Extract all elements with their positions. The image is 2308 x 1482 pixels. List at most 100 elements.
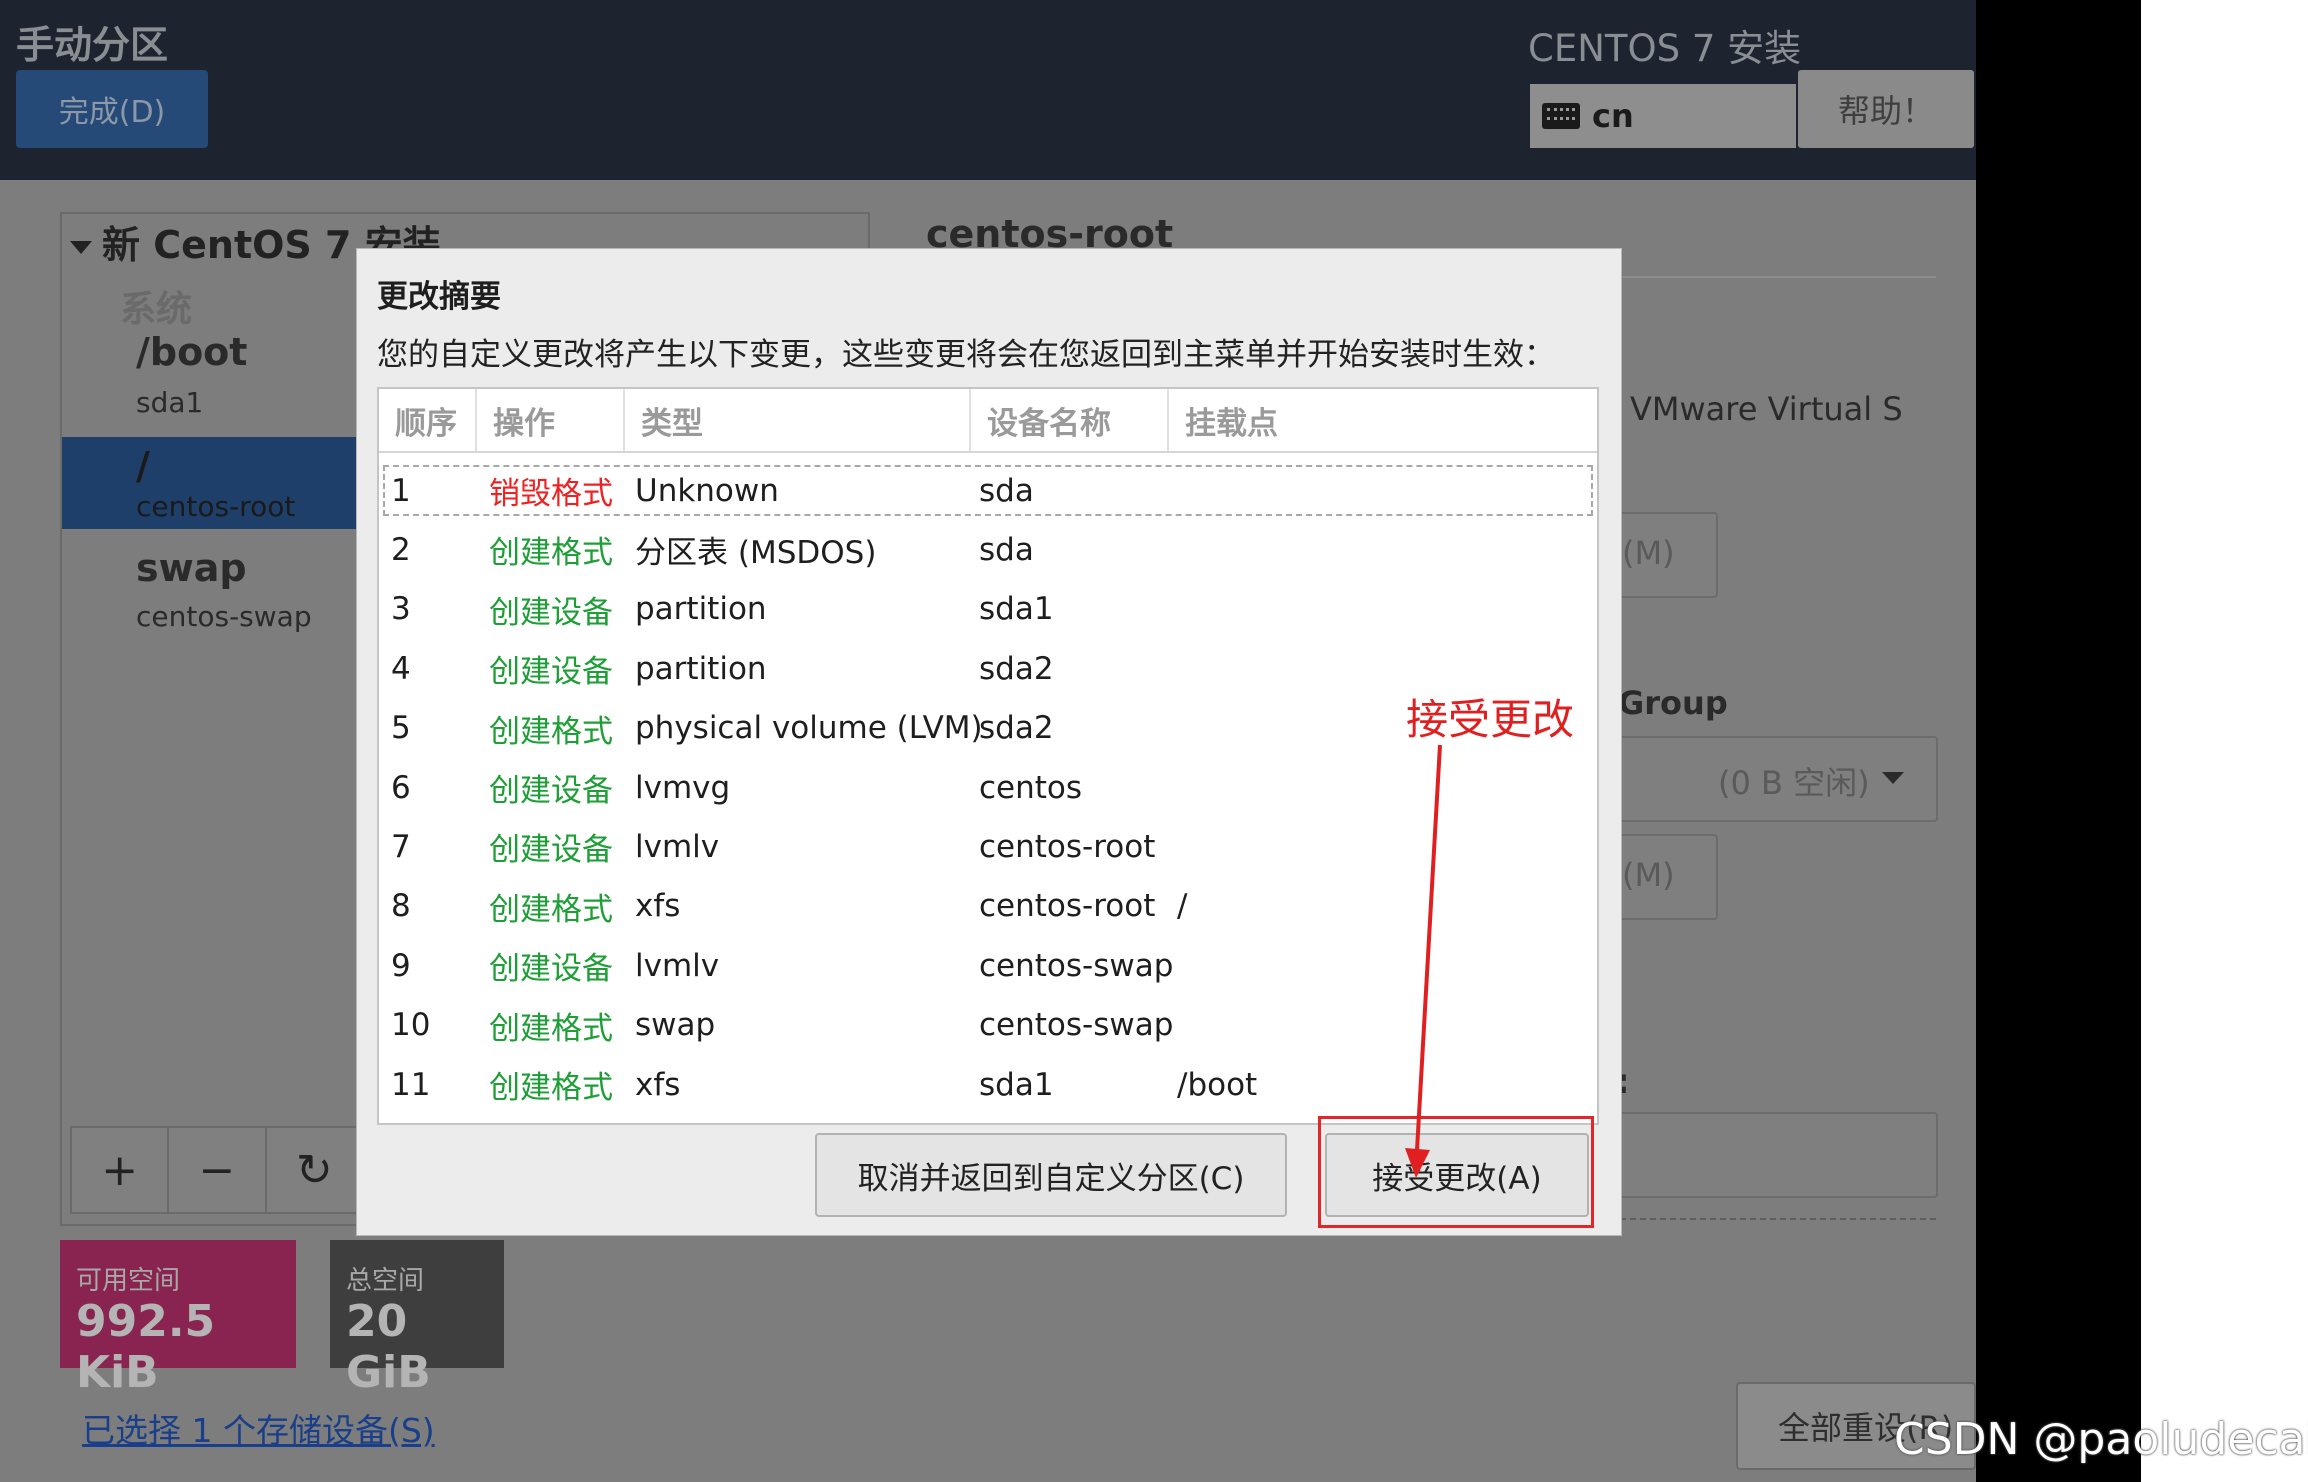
chevron-down-icon (1882, 772, 1904, 784)
done-button[interactable]: 完成(D) (16, 70, 208, 148)
dialog-title: 更改摘要 (377, 279, 501, 315)
table-header: 顺序 操作 类型 设备名称 挂载点 (379, 389, 1597, 453)
available-space-box: 可用空间 992.5 KiB (60, 1240, 296, 1398)
row-order: 8 (391, 888, 411, 925)
available-space-label: 可用空间 (76, 1266, 181, 1296)
row-order: 11 (391, 1066, 431, 1103)
row-action: 创建格式 (489, 535, 613, 572)
row-device: sda1 (979, 1066, 1054, 1103)
refresh-button[interactable]: ↻ (267, 1128, 362, 1212)
mount-point-root-name[interactable]: / (136, 444, 150, 488)
volume-group-select-value: (0 B 空闲) (1718, 764, 1870, 802)
row-action: 创建格式 (489, 713, 613, 750)
mount-point-boot-name[interactable]: /boot (136, 330, 247, 374)
row-type: lvmlv (635, 828, 720, 865)
capacity-unit: (M) (1622, 534, 1675, 572)
table-row[interactable]: 8 创建格式 xfs centos-root / (379, 877, 1597, 936)
volume-group-label: Group (1618, 684, 1728, 722)
mount-point-swap-name[interactable]: swap (136, 546, 247, 590)
row-type: physical volume (LVM) (635, 710, 983, 747)
row-type: partition (635, 591, 767, 628)
column-header-action[interactable]: 操作 (477, 389, 625, 451)
table-row[interactable]: 3 创建设备 partition sda1 (379, 580, 1597, 639)
row-mount-point: /boot (1177, 1066, 1258, 1103)
installer-screen: 手动分区 完成(D) CENTOS 7 安装 cn 帮助！ 新 CentOS 7… (0, 0, 1976, 1482)
row-action: 创建设备 (489, 594, 613, 631)
row-type: lvmlv (635, 947, 720, 984)
black-side-strip (1976, 0, 2141, 1482)
keyboard-layout-indicator[interactable]: cn (1530, 84, 1796, 148)
dashed-divider (1620, 1218, 1936, 1220)
table-row[interactable]: 9 创建设备 lvmlv centos-swap (379, 936, 1597, 995)
table-row[interactable]: 7 创建设备 lvmlv centos-root (379, 817, 1597, 876)
row-device: centos-swap (979, 1007, 1174, 1044)
row-order: 6 (391, 769, 411, 806)
row-action: 创建格式 (489, 1070, 613, 1106)
row-action: 创建格式 (489, 891, 613, 928)
watermark: CSDN @paoludecaic (1894, 1414, 2308, 1465)
size-unit: (M) (1622, 856, 1675, 894)
page-title: 手动分区 (16, 23, 169, 67)
row-type: swap (635, 1007, 716, 1044)
row-device: centos-root (979, 888, 1156, 925)
row-type: lvmvg (635, 769, 731, 806)
annotation-label: 接受更改 (1406, 695, 1575, 744)
changes-table: 顺序 操作 类型 设备名称 挂载点 1 销毁格式 Unknown sda 2 创建格式 分区… (377, 387, 1599, 1125)
row-action: 创建设备 (489, 773, 613, 809)
row-device: sda (979, 531, 1034, 568)
table-row[interactable]: 6 创建设备 lvmvg centos (379, 758, 1597, 817)
row-type: xfs (635, 1066, 681, 1103)
cancel-and-return-button[interactable]: 取消并返回到自定义分区(C) (815, 1133, 1287, 1217)
row-type: xfs (635, 888, 681, 925)
table-row[interactable]: 11 创建格式 xfs sda1/boot (379, 1055, 1597, 1114)
total-space-value: 20 GiB (346, 1296, 431, 1398)
row-order: 4 (391, 650, 411, 687)
remove-mount-point-button[interactable]: − (169, 1128, 267, 1212)
keyboard-layout-label: cn (1592, 97, 1634, 135)
help-button[interactable]: 帮助！ (1798, 70, 1974, 148)
row-order: 3 (391, 591, 411, 628)
mount-point-toolbar: + − ↻ (70, 1126, 364, 1214)
expand-arrow-icon (70, 241, 92, 254)
row-action: 创建设备 (489, 832, 613, 869)
table-row[interactable]: 10 创建格式 swap centos-swap (379, 996, 1597, 1055)
device-description: VMware Virtual S (1630, 390, 1903, 428)
row-order: 10 (391, 1007, 431, 1044)
keyboard-icon (1542, 103, 1580, 129)
dialog-description: 您的自定义更改将产生以下变更，这些变更将会在您返回到主菜单并开始安装时生效： (377, 337, 1555, 373)
mount-point-swap-device: centos-swap (136, 600, 312, 633)
row-order: 1 (391, 472, 411, 509)
add-mount-point-button[interactable]: + (72, 1128, 170, 1212)
total-space-label: 总空间 (346, 1266, 425, 1296)
row-action: 创建格式 (489, 1010, 613, 1047)
table-row[interactable]: 1 销毁格式 Unknown sda (379, 461, 1597, 520)
row-device: centos (979, 769, 1083, 806)
row-device: sda (979, 472, 1034, 509)
column-header-mount[interactable]: 挂载点 (1169, 389, 1597, 451)
product-title: CENTOS 7 安装 (1528, 27, 1802, 70)
table-row[interactable]: 2 创建格式 分区表 (MSDOS) sda (379, 520, 1597, 579)
row-order: 9 (391, 947, 411, 984)
total-space-box: 总空间 20 GiB (330, 1240, 504, 1398)
row-device: sda2 (979, 650, 1054, 687)
row-device: sda1 (979, 591, 1054, 628)
row-order: 2 (391, 531, 411, 568)
row-order: 5 (391, 710, 411, 747)
row-mount-point: / (1177, 888, 1188, 925)
column-header-order[interactable]: 顺序 (379, 389, 477, 451)
row-type: partition (635, 650, 767, 687)
row-device: sda2 (979, 710, 1054, 747)
selected-storage-link[interactable]: 已选择 1 个存储设备(S) (82, 1404, 435, 1452)
row-order: 7 (391, 828, 411, 865)
row-action: 销毁格式 (489, 476, 613, 512)
annotation-highlight-box (1318, 1116, 1594, 1228)
column-header-device[interactable]: 设备名称 (971, 389, 1169, 451)
mount-point-root-device: centos-root (136, 490, 296, 523)
mount-point-boot-device: sda1 (136, 386, 204, 419)
available-space-value: 992.5 KiB (76, 1296, 216, 1398)
row-device: centos-swap (979, 947, 1174, 984)
row-type: 分区表 (MSDOS) (635, 535, 877, 572)
row-action: 创建设备 (489, 654, 613, 691)
row-device: centos-root (979, 828, 1156, 865)
column-header-type[interactable]: 类型 (625, 389, 971, 451)
